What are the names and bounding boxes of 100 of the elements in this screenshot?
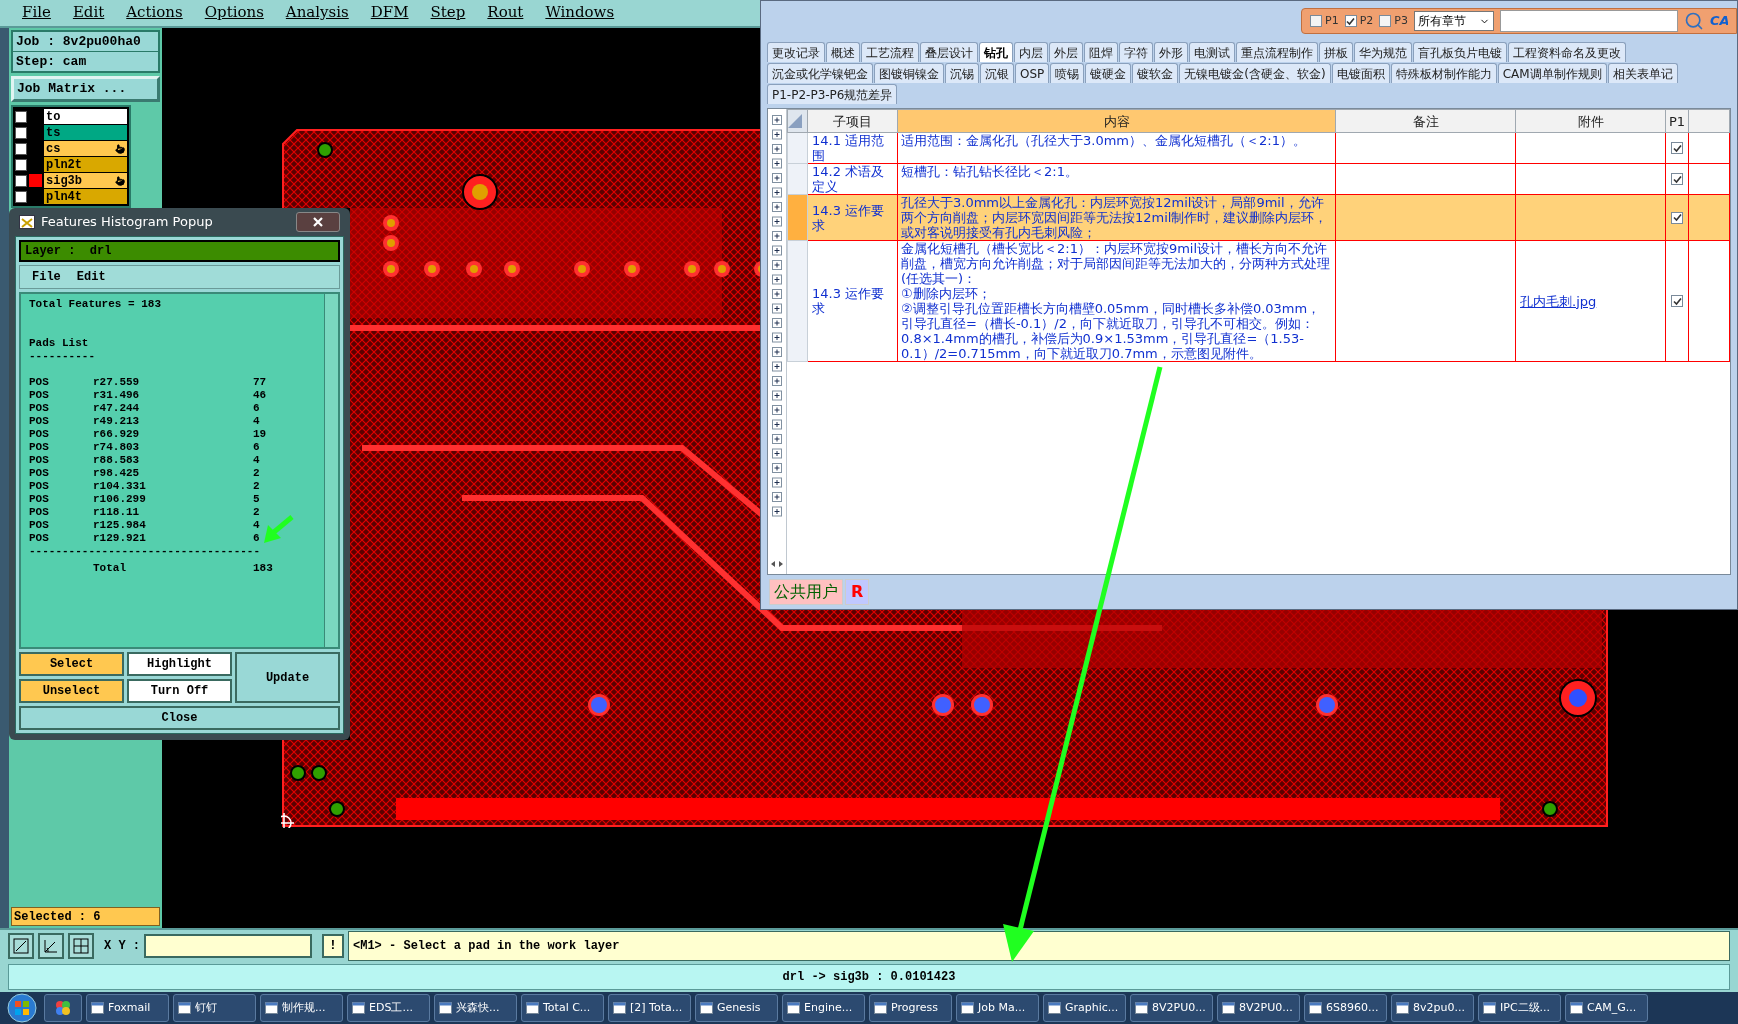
tab[interactable]: 盲孔板负片电镀 [1413, 42, 1507, 62]
tab[interactable]: 内层 [1014, 42, 1048, 62]
menu-item[interactable]: Options [204, 2, 264, 22]
taskbar-item[interactable]: 钉钉 [173, 994, 256, 1022]
checkbox[interactable] [15, 142, 27, 155]
taskbar-item[interactable]: 制作规... [260, 994, 343, 1022]
layer-item[interactable]: to [44, 109, 127, 124]
layer-item[interactable]: cs [44, 141, 127, 156]
checkbox[interactable] [15, 110, 27, 123]
tab[interactable]: 镀软金 [1132, 63, 1179, 83]
zoom-box-icon[interactable] [8, 933, 34, 959]
layer-item[interactable]: ts [44, 125, 127, 140]
taskbar-item[interactable]: IPC二级... [1478, 994, 1561, 1022]
menu-item[interactable]: Edit [76, 268, 106, 286]
tab[interactable]: 工艺流程 [861, 42, 919, 62]
checkbox[interactable] [1671, 142, 1683, 154]
table-row[interactable] [787, 240, 1730, 362]
checkbox[interactable] [15, 190, 27, 203]
tab[interactable]: 拼板 [1319, 42, 1353, 62]
taskbar-item[interactable]: Genesis [695, 994, 778, 1022]
tab[interactable]: 电镀面积 [1331, 63, 1390, 83]
menu-item[interactable]: Actions [126, 2, 183, 22]
xy-input-field[interactable] [144, 934, 312, 958]
tab[interactable]: 更改记录 [767, 42, 825, 62]
measure-icon[interactable] [38, 933, 64, 959]
tab[interactable]: 无镍电镀金(含硬金、软金) [1179, 63, 1331, 83]
turn-off-button[interactable]: Turn Off [127, 679, 232, 703]
taskbar-item[interactable]: 8V2PU0... [1217, 994, 1300, 1022]
taskbar-item[interactable]: [2] Tota... [608, 994, 691, 1022]
taskbar-item[interactable]: Graphic... [1043, 994, 1126, 1022]
unselect-button[interactable]: Unselect [19, 679, 124, 703]
taskbar-item[interactable]: 8V2PU0... [1130, 994, 1213, 1022]
menu-item[interactable]: File [32, 268, 61, 286]
tab[interactable]: 相关表单记 [1607, 63, 1678, 83]
job-matrix-button[interactable]: Job Matrix ... [11, 76, 160, 102]
tab[interactable]: 重点流程制作 [1236, 42, 1318, 62]
taskbar-item[interactable]: Progress [869, 994, 952, 1022]
close-button[interactable]: Close [19, 706, 340, 730]
scroll-arrows-icon[interactable] [770, 560, 784, 568]
checkbox[interactable] [1671, 173, 1683, 185]
tab[interactable]: 外形 [1154, 42, 1188, 62]
table-row[interactable]: 14.2 术语及定义 短槽孔：钻孔钻长径比＜2:1。 [787, 163, 1730, 195]
tab[interactable]: 沉金或化学镍钯金 [767, 63, 873, 83]
tab[interactable]: OSP [1015, 63, 1050, 83]
menu-item[interactable]: Step [430, 2, 466, 22]
column-header[interactable]: 子项目 [807, 109, 898, 133]
table-row[interactable]: 14.1 适用范围 适用范围：金属化孔（孔径大于3.0mm）、金属化短槽孔（＜2:1）。 [787, 132, 1730, 164]
table-row[interactable]: 14.3 运作要求 孔径大于3.0mm以上金属化孔：内层环宽按12mil设计，局部9mil，允许两个方向削盘；内层环宽因间距等无法按12mil制作时，建议删除内层环，或对客说明接受有孔内毛刺风险； [787, 194, 1730, 241]
tab[interactable]: 特殊板材制作能力 [1390, 63, 1497, 83]
column-header[interactable]: 备注 [1335, 109, 1516, 133]
taskbar-item[interactable]: Job Ma... [956, 994, 1039, 1022]
grid-icon[interactable] [68, 933, 94, 959]
tab[interactable]: 概述 [826, 42, 860, 62]
taskbar-app[interactable] [44, 994, 82, 1022]
column-header[interactable]: P1 [1665, 109, 1689, 133]
execute-button[interactable]: ! [322, 934, 344, 958]
taskbar-item[interactable]: Total C... [521, 994, 604, 1022]
tab[interactable]: 阻焊 [1084, 42, 1118, 62]
checkbox[interactable] [1379, 15, 1392, 27]
chapter-select[interactable]: 所有章节 [1414, 11, 1494, 31]
tab[interactable]: 字符 [1119, 42, 1153, 62]
menu-item[interactable]: Edit [72, 2, 105, 22]
taskbar-item[interactable]: CAM_G... [1565, 994, 1648, 1022]
taskbar-item[interactable]: EDS工... [347, 994, 430, 1022]
tab[interactable]: 叠层设计 [920, 42, 978, 62]
checkbox[interactable] [1671, 295, 1683, 307]
column-header[interactable]: 附件 [1515, 109, 1666, 133]
menu-item[interactable]: Rout [487, 2, 524, 22]
layer-item[interactable]: pln4t [44, 189, 127, 204]
taskbar-item[interactable]: 6S8960... [1304, 994, 1387, 1022]
attachment-link[interactable]: 孔内毛刺.jpg [1520, 293, 1597, 309]
start-button[interactable] [4, 993, 40, 1023]
taskbar-item[interactable]: Foxmail [86, 994, 169, 1022]
tab[interactable]: 工程资料命名及更改 [1508, 42, 1626, 62]
layer-item[interactable]: pln2t [44, 157, 127, 172]
tab[interactable]: 喷锡 [1050, 63, 1085, 83]
update-button[interactable]: Update [235, 652, 340, 703]
tab[interactable]: 图镀铜镍金 [874, 63, 944, 83]
checkbox[interactable] [1344, 15, 1357, 27]
menu-item[interactable]: DFM [370, 2, 409, 22]
taskbar-item[interactable]: Engine... [782, 994, 865, 1022]
layer-item[interactable]: sig3b [44, 173, 127, 188]
highlight-button[interactable]: Highlight [127, 652, 232, 676]
menu-item[interactable]: Analysis [285, 2, 349, 22]
select-button[interactable]: Select [19, 652, 124, 676]
checkbox[interactable] [15, 174, 27, 187]
menu-item[interactable]: File [22, 2, 51, 22]
tab[interactable]: 外层 [1049, 42, 1083, 62]
checkbox[interactable] [15, 126, 27, 139]
checkbox[interactable] [1671, 211, 1683, 224]
vertical-scrollbar[interactable] [324, 294, 338, 647]
close-button[interactable] [296, 212, 340, 232]
tab[interactable]: 电测试 [1189, 42, 1235, 62]
checkbox[interactable] [15, 158, 27, 171]
search-field[interactable] [1500, 10, 1678, 32]
tab[interactable]: 镀硬金 [1085, 63, 1132, 83]
tab[interactable]: 华为规范 [1354, 42, 1412, 62]
tab[interactable]: P1-P2-P3-P6规范差异 [767, 84, 898, 104]
tab[interactable]: 钻孔 [979, 42, 1013, 62]
tab[interactable]: 沉银 [980, 63, 1014, 83]
